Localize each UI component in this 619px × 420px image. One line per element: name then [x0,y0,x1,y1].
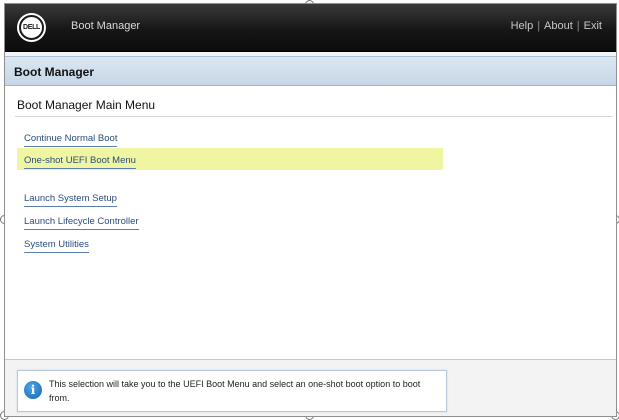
help-message-box: i This selection will take you to the UE… [17,370,447,412]
menu-item-one-shot-uefi-boot-menu[interactable]: One-shot UEFI Boot Menu [17,148,443,170]
dell-logo-text: DELL [19,15,44,40]
menu-item-label: System Utilities [24,239,89,253]
menu-item-system-utilities[interactable]: System Utilities [17,232,89,254]
menu-item-launch-system-setup[interactable]: Launch System Setup [17,186,117,208]
top-bar: DELL Boot Manager Help | About | Exit [5,4,616,52]
help-link[interactable]: Help [511,20,534,32]
menu-item-label: Launch System Setup [24,193,117,207]
main-content: Boot Manager Main Menu Continue Normal B… [5,86,616,360]
link-separator: | [576,20,580,32]
menu-item-launch-lifecycle-controller[interactable]: Launch Lifecycle Controller [17,209,139,231]
menu-item-label: Launch Lifecycle Controller [24,216,139,230]
about-link[interactable]: About [544,20,573,32]
heading-divider [15,116,613,117]
menu-item-continue-normal-boot[interactable]: Continue Normal Boot [17,126,118,148]
menu-item-label: One-shot UEFI Boot Menu [24,155,136,169]
app-title: Boot Manager [71,20,141,32]
dell-logo: DELL [17,13,46,42]
boot-manager-window: DELL Boot Manager Help | About | Exit Boot M… [4,3,617,417]
section-header: Boot Manager [5,56,616,86]
menu-item-label: Continue Normal Boot [24,133,118,147]
menu-heading: Boot Manager Main Menu [17,98,156,112]
link-separator: | [537,20,541,32]
info-icon: i [24,381,42,399]
help-text: This selection will take you to the UEFI… [49,379,421,403]
help-footer: i This selection will take you to the UE… [5,360,616,416]
section-title: Boot Manager [14,65,95,79]
top-links: Help | About | Exit [511,20,602,32]
exit-link[interactable]: Exit [584,20,602,32]
